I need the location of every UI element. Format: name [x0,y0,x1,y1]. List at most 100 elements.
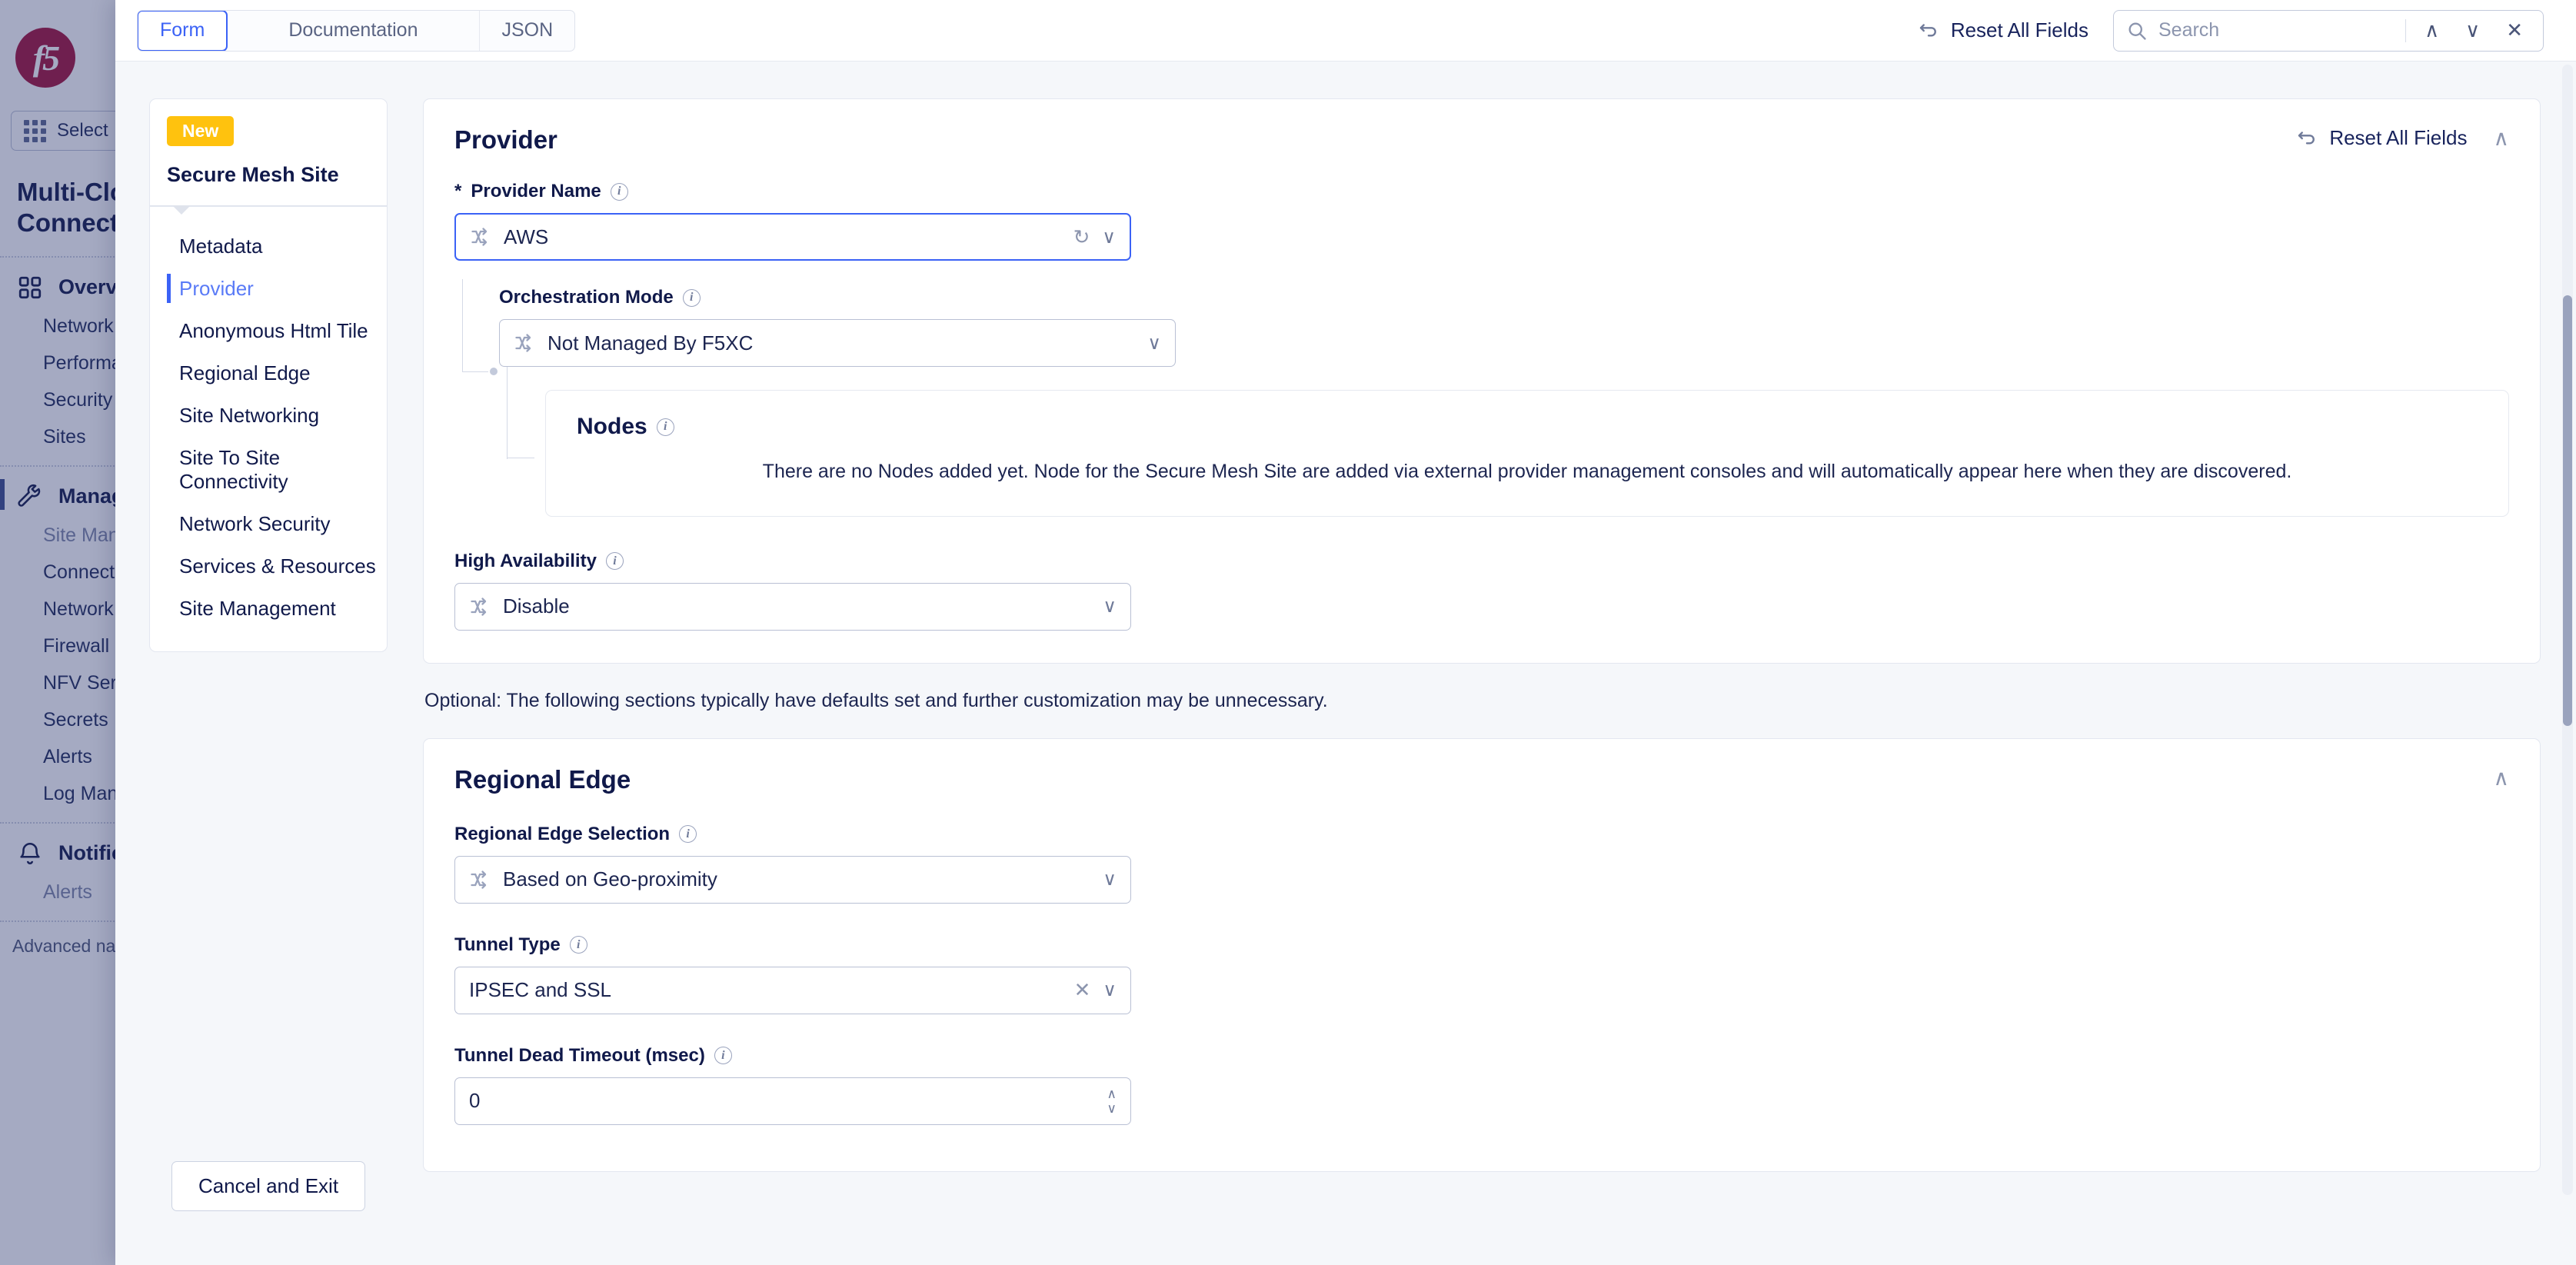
info-icon[interactable]: i [657,418,674,436]
nodes-title-text: Nodes [577,414,647,440]
divider [150,205,387,206]
orchestration-mode-value: Not Managed By F5XC [547,331,1135,355]
provider-collapse-chevron-up-icon[interactable]: ∧ [2494,125,2510,151]
high-availability-select[interactable]: Disable ∨ [454,583,1131,631]
optional-sections-note: Optional: The following sections typical… [424,690,2541,712]
high-availability-field: High Availability i Disable ∨ [454,551,2509,631]
form-nav-header: New Secure Mesh Site [149,98,388,207]
nodes-card: Nodes i There are no Nodes added yet. No… [545,390,2509,517]
tunnel-type-label: Tunnel Type i [454,934,2509,956]
info-icon[interactable]: i [679,825,697,843]
tunnel-dead-timeout-label: Tunnel Dead Timeout (msec) i [454,1045,2509,1067]
regional-edge-collapse-chevron-up-icon[interactable]: ∧ [2494,765,2510,791]
branch-icon [470,226,491,248]
tunnel-dead-timeout-stepper[interactable]: 0 ∧ ∨ [454,1077,1131,1125]
regional-edge-section-card: Regional Edge ∧ Regional Edge Selection … [423,738,2541,1172]
stepper-up-icon[interactable]: ∧ [1107,1087,1117,1100]
chevron-down-icon[interactable]: ∨ [1103,979,1117,1001]
nodes-block: Nodes i There are no Nodes added yet. No… [499,390,2509,517]
info-icon[interactable]: i [714,1047,732,1064]
chevron-down-icon[interactable]: ∨ [1103,868,1117,890]
reset-icon [2295,127,2318,150]
reset-all-fields-label: Reset All Fields [1951,18,2088,42]
required-asterisk: * [454,181,461,202]
orchestration-mode-select[interactable]: Not Managed By F5XC ∨ [499,319,1176,367]
provider-reset-label: Reset All Fields [2329,126,2467,150]
scrollbar-thumb[interactable] [2563,295,2572,726]
sidebar-item-services-and-resources[interactable]: Services & Resources [150,545,387,588]
form-nav-list: Metadata Provider Anonymous Html Tile Re… [149,207,388,652]
info-icon[interactable]: i [683,289,701,307]
high-availability-label: High Availability i [454,551,2509,572]
high-availability-label-text: High Availability [454,551,597,572]
refresh-icon[interactable]: ↻ [1073,225,1090,249]
search-box[interactable]: Search ∧ ∨ ✕ [2113,10,2544,52]
provider-reset-all-fields-button[interactable]: Reset All Fields [2295,126,2467,150]
provider-section-actions: Reset All Fields ∧ [2295,125,2509,151]
tunnel-dead-timeout-value[interactable]: 0 [469,1089,1095,1113]
provider-section-card: Provider Reset All Fields ∧ [423,98,2541,664]
regional-edge-section-header: Regional Edge ∧ [454,765,2509,794]
regional-edge-selection-field: Regional Edge Selection i Based on Geo-p… [454,824,2509,904]
drawer-header-actions: Reset All Fields Search ∧ ∨ ✕ [1917,10,2544,52]
regional-edge-selection-select[interactable]: Based on Geo-proximity ∨ [454,856,1131,904]
reset-all-fields-button[interactable]: Reset All Fields [1917,18,2088,42]
reset-icon [1917,19,1940,42]
sidebar-item-site-networking[interactable]: Site Networking [150,394,387,437]
sidebar-item-regional-edge[interactable]: Regional Edge [150,352,387,394]
new-badge: New [167,116,234,146]
search-close-icon[interactable]: ✕ [2498,18,2531,42]
sidebar-item-site-management[interactable]: Site Management [150,588,387,630]
sidebar-item-provider[interactable]: Provider [150,268,387,310]
search-next-icon[interactable]: ∨ [2458,18,2488,42]
search-input[interactable]: Search [2158,19,2395,42]
branch-icon [469,596,491,618]
orchestration-mode-label-text: Orchestration Mode [499,287,674,308]
sidebar-item-site-to-site-connectivity[interactable]: Site To Site Connectivity [150,437,387,503]
tab-form[interactable]: Form [137,10,228,52]
tab-json[interactable]: JSON [480,11,574,51]
search-icon [2126,20,2148,42]
sidebar-item-network-security[interactable]: Network Security [150,503,387,545]
info-icon[interactable]: i [570,936,587,954]
cancel-and-exit-button[interactable]: Cancel and Exit [171,1161,365,1211]
nodes-empty-text: There are no Nodes added yet. Node for t… [577,457,2478,487]
form-main-column: Provider Reset All Fields ∧ [388,62,2576,1265]
drawer-body: New Secure Mesh Site Metadata Provider A… [115,62,2576,1265]
tab-documentation[interactable]: Documentation [227,11,480,51]
regional-edge-selection-label-text: Regional Edge Selection [454,824,670,845]
search-prev-icon[interactable]: ∧ [2417,18,2447,42]
regional-edge-selection-value: Based on Geo-proximity [503,867,1090,891]
tunnel-type-select[interactable]: IPSEC and SSL ✕ ∨ [454,967,1131,1014]
tunnel-type-value: IPSEC and SSL [469,978,1062,1002]
stepper-down-icon[interactable]: ∨ [1107,1102,1117,1115]
branch-icon [514,332,535,354]
connector-line [507,367,508,459]
connector-dot [490,368,498,375]
info-icon[interactable]: i [606,552,624,570]
regional-edge-selection-label: Regional Edge Selection i [454,824,2509,845]
nodes-title: Nodes i [577,414,2478,440]
provider-name-label-text: Provider Name [471,181,601,202]
regional-edge-section-actions: ∧ [2494,765,2510,791]
scrollbar-track[interactable] [2562,65,2573,1195]
provider-section-header: Provider Reset All Fields ∧ [454,125,2509,155]
info-icon[interactable]: i [611,183,628,201]
regional-edge-section-title: Regional Edge [454,765,631,794]
orchestration-mode-block: Orchestration Mode i Not Managed By F5XC… [454,287,2509,517]
chevron-down-icon[interactable]: ∨ [1103,595,1117,618]
stepper-arrows[interactable]: ∧ ∨ [1107,1087,1117,1115]
form-section-nav: New Secure Mesh Site Metadata Provider A… [149,98,388,1265]
sidebar-item-metadata[interactable]: Metadata [150,225,387,268]
divider [2405,19,2406,42]
sidebar-item-anonymous-html-tile[interactable]: Anonymous Html Tile [150,310,387,352]
form-nav-title: Secure Mesh Site [167,163,387,187]
provider-section-title: Provider [454,125,557,155]
chevron-down-icon[interactable]: ∨ [1102,226,1116,248]
provider-name-select[interactable]: AWS ↻ ∨ [454,213,1131,261]
clear-icon[interactable]: ✕ [1074,978,1091,1002]
high-availability-value: Disable [503,594,1090,618]
tunnel-dead-timeout-field: Tunnel Dead Timeout (msec) i 0 ∧ ∨ [454,1045,2509,1125]
chevron-down-icon[interactable]: ∨ [1147,332,1161,355]
form-drawer: Form Documentation JSON Reset All Fields… [115,0,2576,1265]
